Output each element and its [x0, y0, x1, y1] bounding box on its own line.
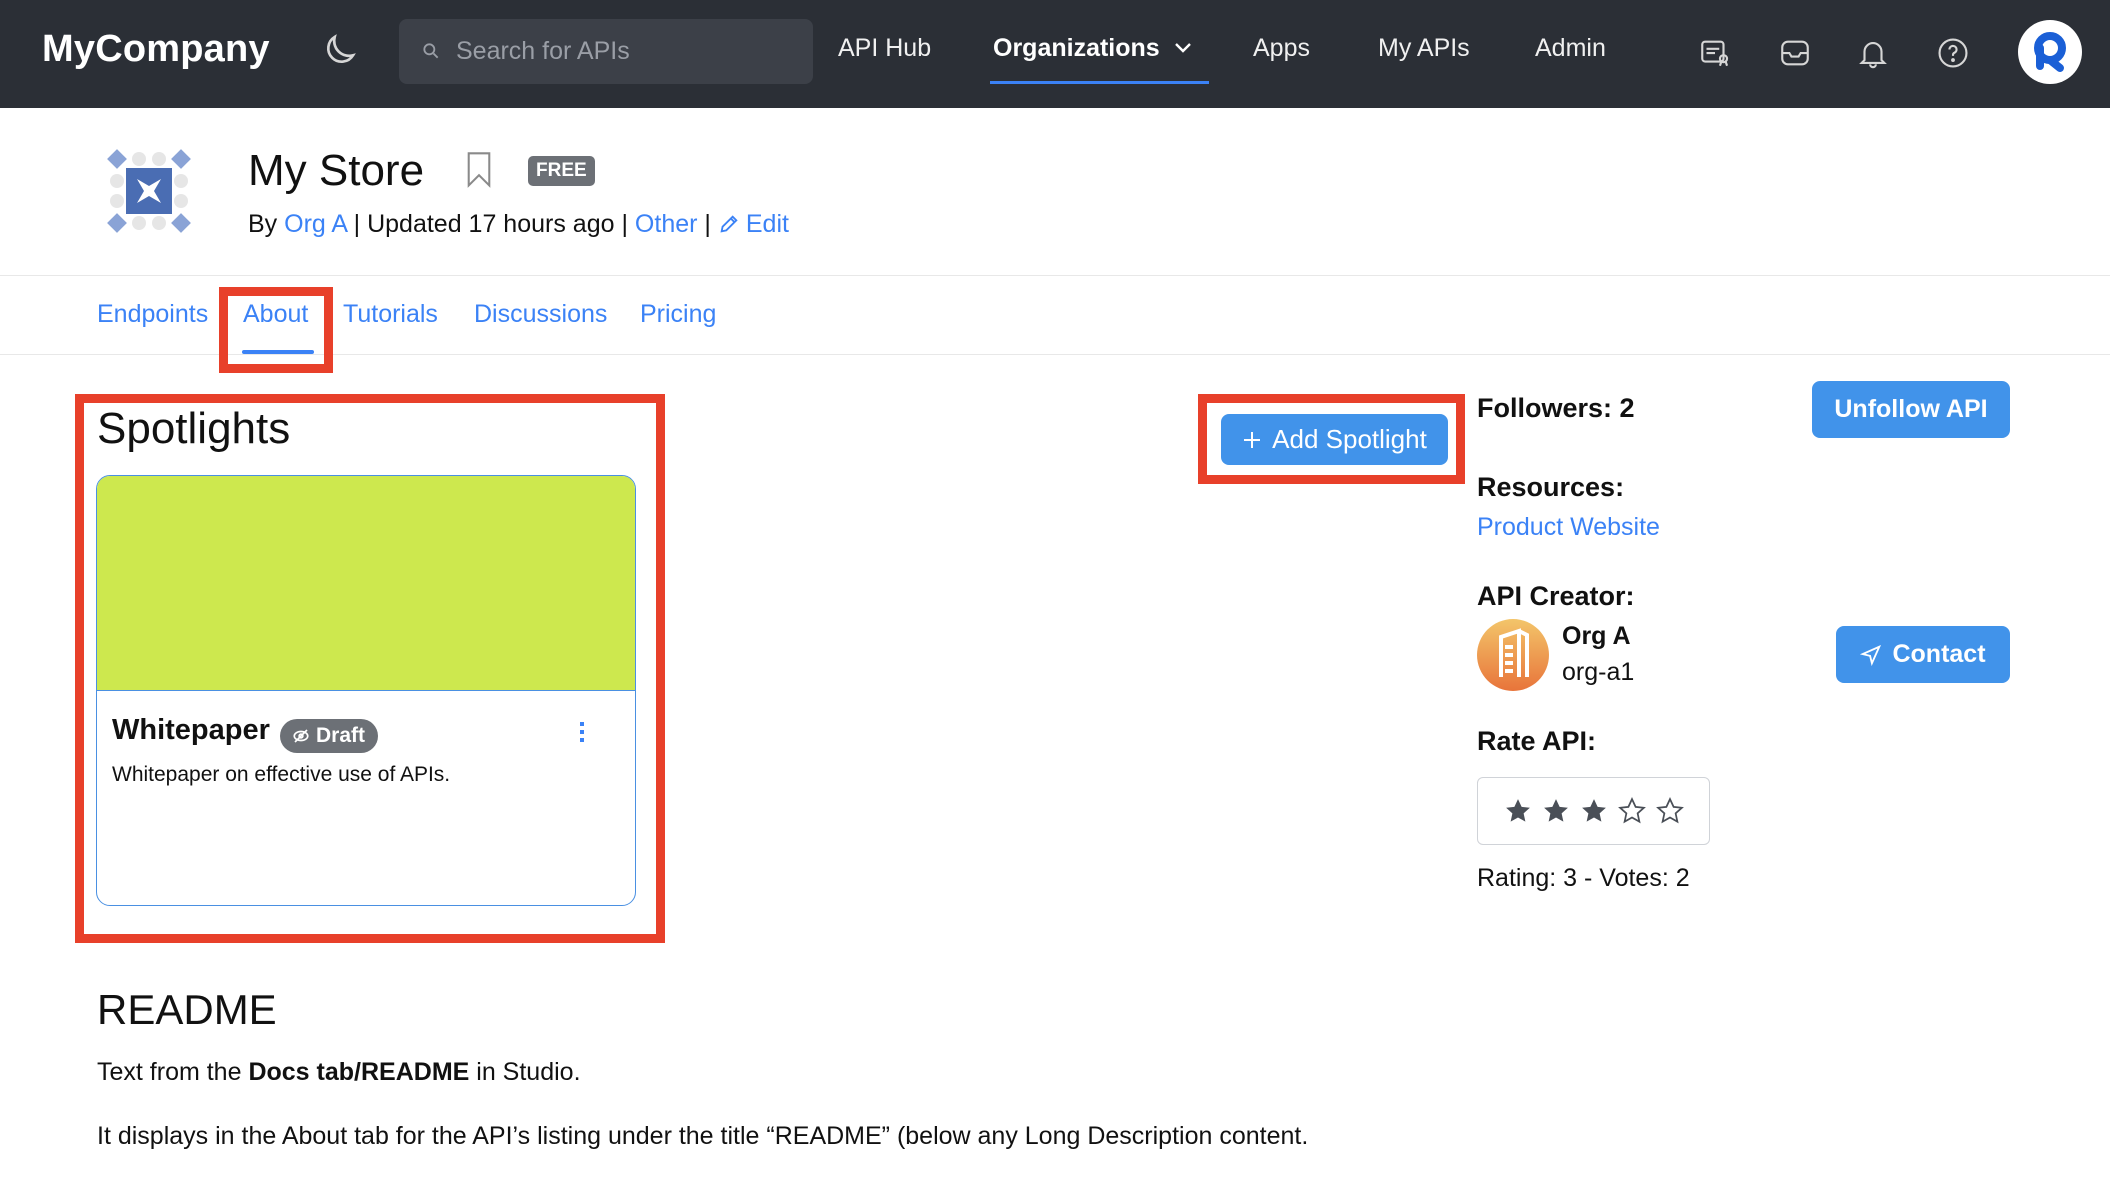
- spotlight-card[interactable]: Whitepaper Draft Whitepaper on effective…: [96, 475, 636, 906]
- updated-text: Updated 17 hours ago: [367, 210, 615, 238]
- star-empty-icon[interactable]: [1617, 796, 1647, 826]
- unfollow-api-button[interactable]: Unfollow API: [1812, 381, 2010, 438]
- plus-icon: [1244, 431, 1261, 448]
- inbox-icon[interactable]: [1778, 36, 1812, 70]
- spotlight-card-image: [97, 476, 635, 691]
- brand-logo[interactable]: MyCompany: [42, 28, 270, 71]
- nav-apps[interactable]: Apps: [1253, 34, 1310, 63]
- star-empty-icon[interactable]: [1655, 796, 1685, 826]
- separator: |: [704, 210, 711, 238]
- nav-organizations[interactable]: Organizations: [993, 34, 1193, 63]
- category-link[interactable]: Other: [635, 210, 698, 238]
- separator: |: [353, 210, 361, 238]
- org-link[interactable]: Org A: [284, 210, 347, 238]
- readme-text: in Studio.: [469, 1058, 581, 1086]
- edit-link[interactable]: Edit: [718, 210, 789, 238]
- nav-admin[interactable]: Admin: [1535, 34, 1606, 63]
- top-navbar: MyCompany API Hub Organizations Apps My …: [0, 0, 2110, 108]
- api-title: My Store: [248, 146, 425, 195]
- contact-label: Contact: [1892, 640, 1986, 668]
- search-box[interactable]: [399, 19, 813, 84]
- separator: |: [621, 210, 628, 238]
- nav-api-hub[interactable]: API Hub: [838, 34, 931, 63]
- active-nav-indicator: [990, 81, 1209, 84]
- tab-pricing[interactable]: Pricing: [640, 300, 716, 329]
- readme-paragraph: Text from the Docs tab/README in Studio.: [97, 1058, 581, 1087]
- add-spotlight-button[interactable]: Add Spotlight: [1221, 414, 1448, 465]
- readme-paragraph: It displays in the About tab for the API…: [97, 1122, 1309, 1150]
- pencil-icon: [720, 215, 738, 233]
- spotlight-card-title: Whitepaper: [112, 714, 270, 746]
- readme-heading: README: [97, 986, 277, 1033]
- creator-handle: org-a1: [1562, 658, 1635, 686]
- edit-label: Edit: [745, 210, 789, 238]
- eye-off-icon: [293, 729, 309, 743]
- readme-text: Text from the: [97, 1058, 249, 1086]
- followers-count: Followers: 2: [1477, 393, 1635, 423]
- rating-summary: Rating: 3 - Votes: 2: [1477, 864, 1690, 892]
- star-rating[interactable]: [1477, 777, 1710, 845]
- tab-endpoints[interactable]: Endpoints: [97, 300, 208, 329]
- rate-api-label: Rate API:: [1477, 726, 1597, 756]
- divider: [0, 275, 2110, 276]
- send-icon: [1860, 644, 1882, 666]
- star-filled-icon[interactable]: [1579, 796, 1609, 826]
- readme-bold-text: Docs tab/README: [248, 1058, 470, 1086]
- spotlight-card-description: Whitepaper on effective use of APIs.: [112, 763, 451, 786]
- certificate-icon[interactable]: [1698, 36, 1732, 70]
- draft-label: Draft: [316, 724, 366, 747]
- api-logo-icon: [107, 149, 191, 233]
- search-input[interactable]: [456, 31, 796, 71]
- org-avatar[interactable]: [1477, 619, 1549, 691]
- spotlights-heading: Spotlights: [97, 404, 291, 453]
- building-icon: [1499, 628, 1529, 677]
- add-spotlight-label: Add Spotlight: [1272, 424, 1427, 454]
- tab-about[interactable]: About: [243, 300, 308, 329]
- bookmark-icon[interactable]: [465, 152, 493, 188]
- nav-my-apis[interactable]: My APIs: [1378, 34, 1470, 63]
- tab-discussions[interactable]: Discussions: [474, 300, 607, 329]
- bell-icon[interactable]: [1856, 36, 1890, 70]
- nav-organizations-label: Organizations: [993, 34, 1160, 62]
- tab-tutorials[interactable]: Tutorials: [343, 300, 438, 329]
- api-creator-label: API Creator:: [1477, 581, 1635, 611]
- api-meta: By Org A | Updated 17 hours ago | Other …: [248, 210, 789, 239]
- more-options-icon[interactable]: [575, 720, 589, 744]
- star-filled-icon[interactable]: [1541, 796, 1571, 826]
- creator-name[interactable]: Org A: [1562, 622, 1631, 651]
- moon-icon[interactable]: [318, 32, 358, 72]
- search-icon: [423, 43, 439, 59]
- product-website-link[interactable]: Product Website: [1477, 513, 1660, 542]
- chevron-down-icon: [1174, 43, 1191, 53]
- divider: [0, 354, 2110, 355]
- star-filled-icon[interactable]: [1503, 796, 1533, 826]
- contact-button[interactable]: Contact: [1836, 626, 2010, 683]
- user-avatar[interactable]: [2018, 20, 2082, 84]
- draft-status-badge: Draft: [280, 719, 379, 753]
- avatar-logo-icon: [2034, 32, 2066, 72]
- by-label: By: [248, 210, 278, 238]
- pricing-badge: FREE: [528, 156, 595, 186]
- resources-label: Resources:: [1477, 472, 1625, 502]
- help-icon[interactable]: [1936, 36, 1970, 70]
